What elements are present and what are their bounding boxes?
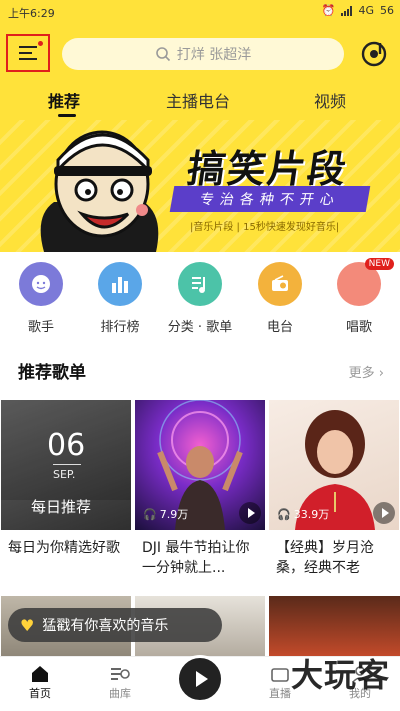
play-button[interactable] [239, 502, 261, 524]
playlist-cover: 🎧 33.9万 [269, 400, 399, 530]
nav-label: 首页 [29, 687, 51, 700]
nav-library[interactable]: 曲库 [90, 663, 150, 701]
playlist-caption: DJI 最牛节拍让你一分钟就上... [142, 540, 250, 576]
playlist-card-classic[interactable]: 🎧 33.9万 【经典】岁月沧桑，经典不老 [269, 400, 399, 578]
alarm-icon: ⏰ [321, 4, 336, 17]
search-placeholder: 打烊 张超洋 [176, 47, 252, 63]
play-button[interactable] [373, 502, 395, 524]
daily-title: 每日推荐 [31, 498, 92, 516]
calendar-month: SEP. [53, 468, 76, 481]
music-disc-icon[interactable] [360, 40, 388, 68]
watermark: 大玩客 [290, 656, 390, 694]
more-label: 更多 [348, 366, 375, 381]
playlist-caption: 【经典】岁月沧桑，经典不老 [276, 540, 374, 576]
search-icon [155, 47, 170, 62]
headphones-icon: 🎧 [277, 507, 291, 521]
play-icon [196, 671, 208, 687]
active-tab-indicator [58, 114, 76, 117]
new-badge: NEW [364, 258, 394, 270]
now-playing-button[interactable] [176, 655, 224, 703]
cartoon-face-illustration [40, 130, 159, 252]
nav-label: 曲库 [109, 687, 131, 700]
playlist-cover-row2[interactable] [269, 596, 400, 656]
banner-note: |音乐片段 | 15秒快速发现好音乐| [190, 222, 340, 233]
battery-level: 56 [380, 4, 394, 17]
music-list-icon [178, 262, 222, 306]
category-playlists[interactable]: 分类 · 歌单 [165, 262, 235, 335]
category-label: 唱歌 [345, 320, 372, 335]
play-count-value: 7.9万 [159, 508, 189, 521]
playlist-card-dj[interactable]: 🎧 7.9万 DJI 最牛节拍让你一分钟就上... [135, 400, 265, 578]
play-count-value: 33.9万 [293, 508, 330, 521]
category-label: 排行榜 [100, 320, 140, 335]
category-label: 分类 · 歌单 [167, 320, 233, 335]
network-label: 4G [358, 4, 374, 17]
category-singer[interactable]: 歌手 [6, 262, 76, 335]
status-bar: 上午6:29 ⏰ 4G 56 [0, 0, 400, 24]
search-bar[interactable]: 打烊 张超洋 [62, 38, 344, 70]
toast-text: 猛戳有你喜欢的音乐 [42, 618, 169, 634]
status-icons: ⏰ 4G 56 [322, 4, 394, 17]
banner-subtitle: 专治各种不开心 [169, 186, 371, 212]
header: 打烊 张超洋 推荐 主播电台 视频 [0, 24, 400, 120]
library-icon [90, 663, 150, 685]
category-row: 歌手 排行榜 分类 · 歌单 电台 NEW 唱歌 [0, 258, 400, 335]
playlist-caption: 每日为你精选好歌 [8, 540, 120, 556]
promo-banner[interactable]: 搞笑片段 专治各种不开心 |音乐片段 | 15秒快速发现好音乐| [0, 120, 400, 252]
more-link[interactable]: 更多 › [349, 362, 384, 381]
playlist-cover: 06 SEP. 每日推荐 [1, 400, 131, 530]
signal-icon [341, 5, 353, 16]
heart-icon: ♥ [20, 615, 35, 635]
playlist-cover: 🎧 7.9万 [135, 400, 265, 530]
tab-anchor-radio[interactable]: 主播电台 [166, 88, 230, 112]
category-label: 电台 [266, 320, 293, 335]
notification-dot [38, 41, 43, 46]
tab-recommend[interactable]: 推荐 [48, 88, 80, 112]
chevron-right-icon: › [378, 366, 384, 381]
tab-bar: 推荐 主播电台 视频 [0, 84, 400, 120]
banner-title: 搞笑片段 [184, 147, 351, 191]
category-label: 歌手 [27, 320, 54, 335]
home-icon [10, 663, 70, 685]
singer-icon [19, 262, 63, 306]
category-sing[interactable]: NEW 唱歌 [324, 258, 394, 335]
toast-message[interactable]: ♥ 猛戳有你喜欢的音乐 [8, 608, 222, 642]
play-count: 🎧 7.9万 [143, 506, 188, 522]
calendar-day: 06 [47, 428, 86, 463]
status-time: 上午6:29 [8, 7, 55, 20]
headphones-icon: 🎧 [143, 507, 157, 521]
menu-icon [19, 42, 37, 64]
category-chart[interactable]: 排行榜 [85, 262, 155, 335]
play-count: 🎧 33.9万 [277, 506, 329, 522]
section-title: 推荐歌单 [18, 363, 86, 383]
nav-home[interactable]: 首页 [10, 663, 70, 701]
chart-bars-icon [98, 262, 142, 306]
playlist-card-daily[interactable]: 06 SEP. 每日推荐 每日为你精选好歌 [1, 400, 131, 578]
category-radio[interactable]: 电台 [245, 262, 315, 335]
menu-button[interactable] [6, 34, 50, 72]
radio-icon [258, 262, 302, 306]
tab-video[interactable]: 视频 [314, 88, 346, 112]
